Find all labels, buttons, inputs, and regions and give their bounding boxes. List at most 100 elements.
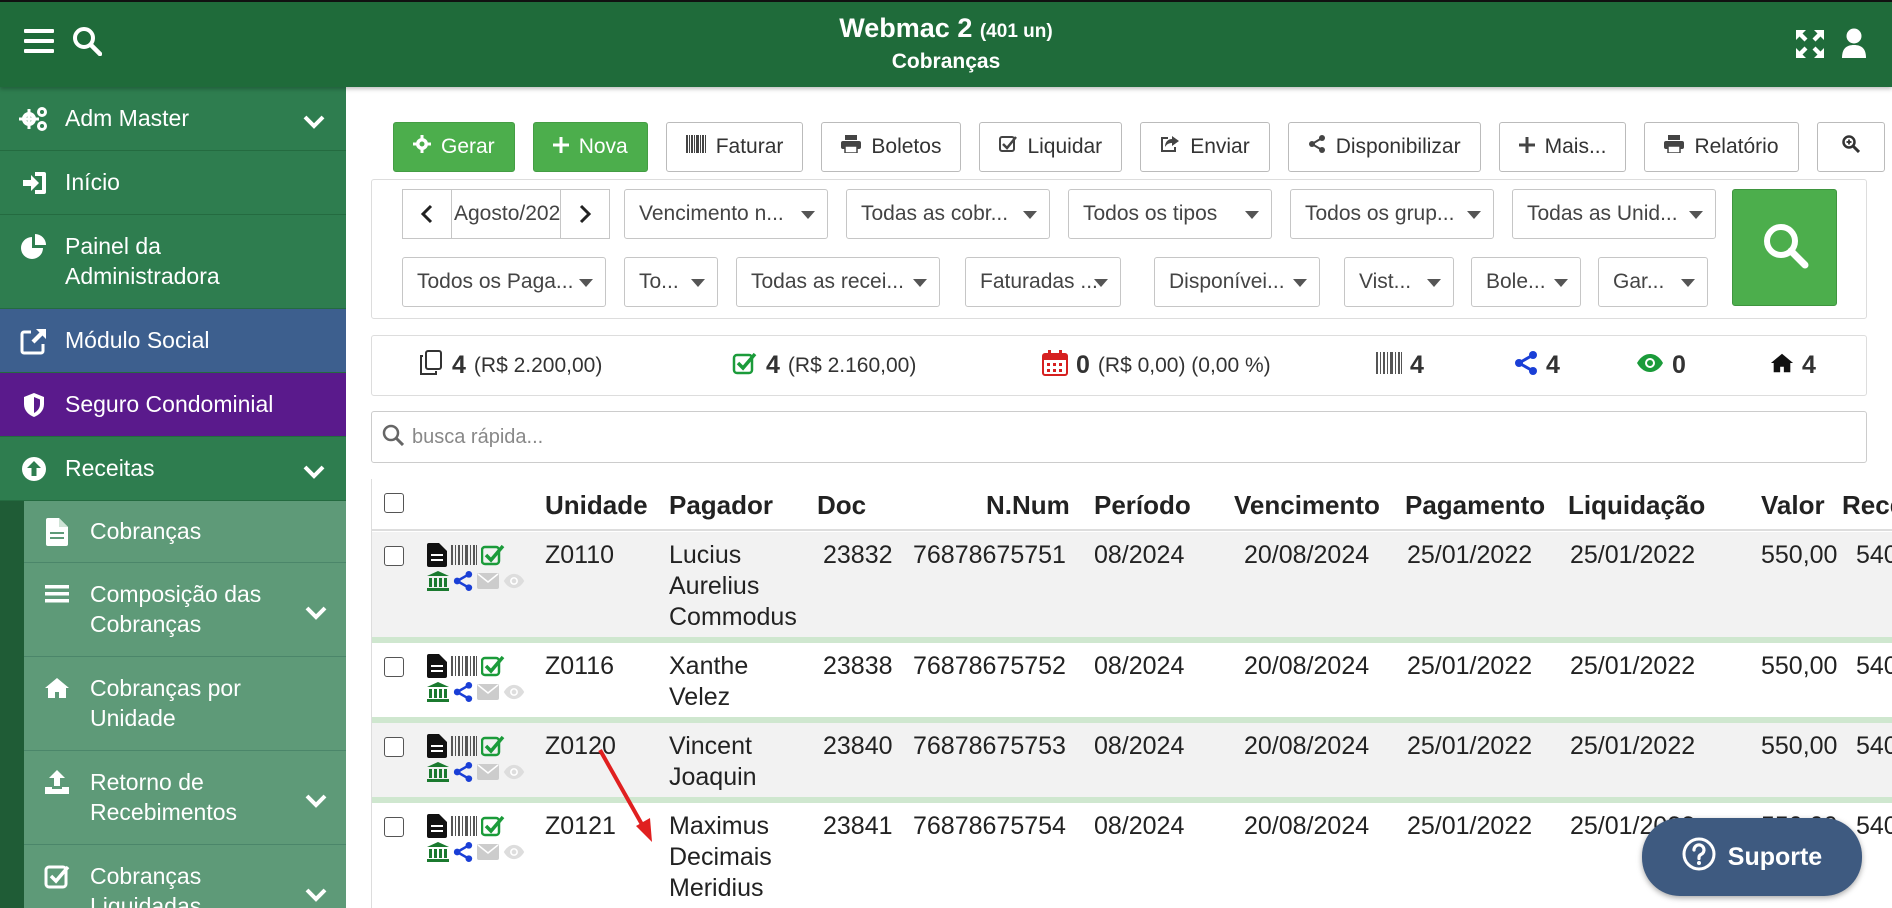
sidebar-item-composicao[interactable]: Composição das Cobranças — [24, 563, 346, 657]
sidebar-item-retorno[interactable]: Retorno de Recebimentos — [24, 751, 346, 845]
row-checkbox[interactable] — [384, 737, 404, 757]
support-label: Suporte — [1727, 842, 1823, 871]
gerar-button[interactable]: Gerar — [393, 122, 515, 172]
row-checkbox[interactable] — [384, 546, 404, 566]
eye-icon[interactable] — [503, 764, 525, 785]
col-doc[interactable]: Doc — [817, 479, 866, 531]
support-button[interactable]: Suporte — [1642, 818, 1862, 896]
col-liquidacao[interactable]: Liquidação — [1568, 479, 1705, 531]
eye-icon[interactable] — [503, 684, 525, 705]
select-all-checkbox[interactable] — [384, 493, 404, 513]
col-unidade[interactable]: Unidade — [545, 479, 648, 531]
eye-icon[interactable] — [503, 844, 525, 865]
mais-button[interactable]: Mais... — [1498, 122, 1627, 172]
barcode-icon[interactable] — [451, 815, 477, 841]
stat-paid-value: (R$ 2.160,00) — [787, 353, 917, 377]
barcode-icon[interactable] — [451, 655, 477, 681]
sidebar-item-cobrancas[interactable]: Cobranças — [24, 501, 346, 563]
upload-icon — [42, 767, 72, 797]
relatorio-button[interactable]: Relatório — [1644, 122, 1799, 172]
envelope-icon[interactable] — [477, 572, 499, 594]
col-nnum[interactable]: N.Num — [986, 479, 1070, 531]
filter-unidades[interactable]: Todas as Unid... — [1512, 189, 1716, 239]
app-name: Webmac 2 — [839, 13, 973, 43]
col-periodo[interactable]: Período — [1094, 479, 1191, 531]
filter-pagadores[interactable]: Todos os Paga... — [402, 257, 606, 307]
sidebar-item-liquidadas[interactable]: Cobranças Liquidadas — [24, 845, 346, 908]
nova-button[interactable]: Nova — [532, 122, 648, 172]
share-icon[interactable] — [453, 681, 473, 707]
table-row[interactable]: Z0116 Xanthe Velez 23838 76878675752 08/… — [372, 643, 1892, 723]
envelope-icon[interactable] — [477, 763, 499, 785]
table-row[interactable]: Z0110 Lucius Aurelius Commodus 23832 768… — [372, 532, 1892, 643]
filter-disponiveis[interactable]: Disponívei... — [1154, 257, 1320, 307]
document-icon[interactable] — [427, 813, 447, 843]
sign-in-icon — [18, 167, 50, 199]
filter-receitas[interactable]: Todas as recei... — [736, 257, 940, 307]
filter-to[interactable]: To... — [624, 257, 718, 307]
row-checkbox[interactable] — [384, 657, 404, 677]
enviar-label: Enviar — [1190, 135, 1250, 158]
boletos-button[interactable]: Boletos — [821, 122, 962, 172]
col-vencimento[interactable]: Vencimento — [1234, 479, 1380, 531]
col-pagamento[interactable]: Pagamento — [1405, 479, 1545, 531]
eye-icon[interactable] — [503, 573, 525, 594]
fullscreen-icon[interactable] — [1796, 30, 1824, 63]
check-square-icon[interactable] — [480, 655, 505, 682]
share-icon[interactable] — [453, 841, 473, 867]
filter-grupos[interactable]: Todos os grup... — [1290, 189, 1494, 239]
barcode-icon[interactable] — [451, 735, 477, 761]
disponibilizar-button[interactable]: Disponibilizar — [1287, 122, 1481, 172]
document-icon[interactable] — [427, 542, 447, 572]
sidebar-item-receitas[interactable]: Receitas — [0, 437, 346, 501]
document-icon[interactable] — [427, 653, 447, 683]
document-icon[interactable] — [427, 733, 447, 763]
check-square-icon[interactable] — [480, 544, 505, 571]
sidebar-item-painel[interactable]: Painel da Administradora — [0, 215, 346, 309]
sidebar-item-inicio[interactable]: Início — [0, 151, 346, 215]
quick-search — [371, 411, 1867, 463]
enviar-button[interactable]: Enviar — [1140, 122, 1270, 172]
sidebar-item-modulo-social[interactable]: Módulo Social — [0, 309, 346, 373]
bank-icon[interactable] — [427, 761, 449, 787]
filter-faturadas[interactable]: Faturadas ... — [965, 257, 1121, 307]
faturar-label: Faturar — [715, 135, 784, 158]
sidebar-item-label: Início — [65, 169, 120, 195]
prev-month-button[interactable] — [402, 189, 452, 239]
col-valor[interactable]: Valor — [1761, 479, 1825, 531]
filter-tipos[interactable]: Todos os tipos — [1068, 189, 1272, 239]
faturar-button[interactable]: Faturar — [665, 122, 804, 172]
bank-icon[interactable] — [427, 570, 449, 596]
bank-icon[interactable] — [427, 841, 449, 867]
barcode-icon[interactable] — [451, 544, 477, 570]
sidebar-item-seguro[interactable]: Seguro Condominial — [0, 373, 346, 437]
month-picker: Agosto/2024 — [402, 189, 610, 239]
bank-icon[interactable] — [427, 681, 449, 707]
liquidar-button[interactable]: Liquidar — [979, 122, 1123, 172]
user-icon[interactable] — [1842, 28, 1866, 63]
sidebar-item-adm-master[interactable]: Adm Master — [0, 87, 346, 151]
share-icon[interactable] — [453, 761, 473, 787]
home-icon — [1770, 352, 1794, 380]
table-row[interactable]: Z0120 Vincent Joaquin 23840 76878675753 … — [372, 723, 1892, 803]
row-checkbox[interactable] — [384, 817, 404, 837]
filter-vencimento[interactable]: Vencimento n... — [624, 189, 828, 239]
col-receb[interactable]: Receb — [1842, 479, 1892, 531]
filter-garantia[interactable]: Gar... — [1598, 257, 1708, 307]
envelope-icon[interactable] — [477, 843, 499, 865]
check-square-icon — [732, 350, 758, 382]
cell-pagamento: 25/01/2022 — [1407, 732, 1533, 760]
next-month-button[interactable] — [560, 189, 610, 239]
share-icon[interactable] — [453, 570, 473, 596]
filter-cobrancas[interactable]: Todas as cobr... — [846, 189, 1050, 239]
check-square-icon[interactable] — [480, 735, 505, 762]
filter-boletos[interactable]: Bole... — [1471, 257, 1581, 307]
sidebar-item-cobrancas-unidade[interactable]: Cobranças por Unidade — [24, 657, 346, 751]
check-square-icon[interactable] — [480, 815, 505, 842]
filter-vistas[interactable]: Vist... — [1344, 257, 1454, 307]
quick-search-input[interactable] — [412, 425, 1812, 449]
envelope-icon[interactable] — [477, 683, 499, 705]
col-pagador[interactable]: Pagador — [669, 479, 773, 531]
zoom-button[interactable] — [1816, 122, 1885, 172]
search-button[interactable] — [1732, 189, 1837, 306]
